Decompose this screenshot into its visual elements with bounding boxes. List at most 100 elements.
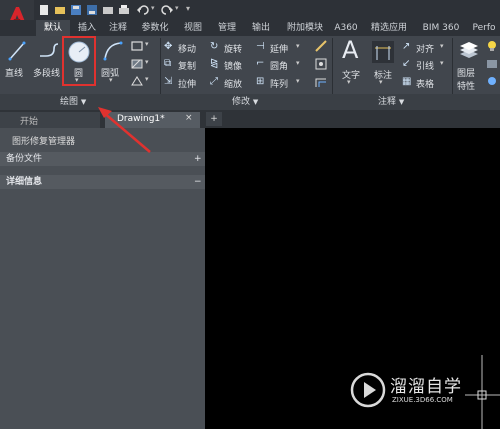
offset-button[interactable] [314, 75, 328, 89]
redo-icon[interactable] [160, 4, 174, 16]
table-button[interactable]: ▦ 表格 [402, 76, 448, 90]
polyline-icon [40, 43, 59, 57]
leader-button[interactable]: ↙ 引线 ▾ [402, 58, 448, 72]
layer-label-2: 特性 [457, 82, 476, 92]
layer-properties-button[interactable]: 图层 特性 [455, 38, 485, 94]
close-tab-icon[interactable]: × [185, 113, 193, 123]
tab-performance[interactable]: Perfo [468, 20, 500, 36]
tab-parametric[interactable]: 参数化 [136, 20, 174, 36]
align-button[interactable]: ↗ 对齐 ▾ [402, 41, 448, 55]
new-tab-button[interactable]: + [206, 112, 222, 126]
open-folder-icon[interactable] [54, 4, 66, 16]
leader-label: 引线 [416, 62, 435, 72]
arc-button[interactable]: 圆弧 ▾ [98, 38, 128, 86]
copy-icon: ⧉ [164, 58, 172, 69]
tab-start[interactable]: 开始 [0, 112, 100, 128]
tab-featured-apps[interactable]: 精选应用 [364, 20, 414, 36]
arc-dropdown-icon[interactable]: ▾ [109, 76, 113, 84]
trim-dropdown-icon[interactable]: ▾ [296, 42, 300, 50]
rectangle-icon[interactable] [130, 40, 144, 52]
undo-icon[interactable] [136, 4, 150, 16]
draw-small-tools: ▾ ▾ ▾ [130, 40, 158, 90]
copy-button[interactable]: ⧉ 复制 [164, 58, 208, 72]
modify-panel-title[interactable]: 修改 ▼ [232, 95, 292, 109]
array-button[interactable]: ⊞ 阵列 ▾ [256, 76, 306, 90]
text-button[interactable]: A 文字 ▾ [336, 36, 366, 88]
plus-icon: + [210, 114, 218, 124]
polyline-button[interactable]: 多段线 [32, 38, 64, 80]
expand-plus-icon[interactable]: + [194, 152, 202, 166]
tab-manage[interactable]: 管理 [212, 20, 242, 36]
leader-dropdown-icon[interactable]: ▾ [440, 59, 444, 67]
offset-icon [315, 78, 326, 87]
text-dropdown-icon[interactable]: ▾ [347, 78, 351, 86]
hatch-dropdown-icon[interactable]: ▾ [145, 58, 149, 66]
line-button[interactable]: 直线 [4, 38, 30, 80]
fillet-button[interactable]: ⌐ 圆角 ▾ [256, 58, 306, 72]
line-label: 直线 [5, 69, 24, 79]
share-icon[interactable] [102, 4, 114, 16]
hatch-icon[interactable] [130, 58, 144, 70]
rotate-icon: ↻ [210, 41, 219, 52]
dimension-dropdown-icon[interactable]: ▾ [379, 78, 383, 86]
trim-extend-label: 延伸 [270, 45, 289, 55]
fillet-dropdown-icon[interactable]: ▾ [296, 59, 300, 67]
annotation-panel-title[interactable]: 注释 ▼ [378, 95, 438, 109]
text-icon: A [342, 36, 359, 64]
array-dropdown-icon[interactable]: ▾ [296, 77, 300, 85]
save-as-icon[interactable] [86, 4, 98, 16]
layer-match-icon[interactable] [486, 75, 498, 87]
watermark-url: ZIXUE.3D66.COM [392, 396, 453, 404]
tab-insert[interactable]: 插入 [72, 20, 102, 36]
arc-icon [103, 41, 123, 61]
tab-bim360[interactable]: BIM 360 [418, 20, 464, 36]
scale-label: 缩放 [224, 80, 243, 90]
annotation-panel-expand-icon[interactable]: ▼ [399, 98, 404, 106]
undo-dropdown-icon[interactable]: ▾ [151, 4, 155, 12]
customize-toolbar-icon[interactable]: ▾ [186, 4, 190, 13]
save-icon[interactable] [70, 4, 82, 16]
dimension-button[interactable]: 标注 ▾ [368, 38, 398, 88]
modify-panel-title-text: 修改 [232, 97, 251, 107]
collapse-minus-icon[interactable]: − [194, 175, 202, 189]
tab-default[interactable]: 默认 [36, 20, 70, 36]
dimension-label: 标注 [374, 71, 393, 81]
tab-output[interactable]: 输出 [246, 20, 276, 36]
tab-a360[interactable]: A360 [333, 20, 359, 36]
rotate-button[interactable]: ↻ 旋转 [210, 41, 254, 55]
modify-panel-expand-icon[interactable]: ▼ [253, 98, 258, 106]
tab-view[interactable]: 视图 [178, 20, 208, 36]
circle-highlight-box [62, 36, 96, 86]
text-label: 文字 [342, 71, 361, 81]
draw-panel-title[interactable]: 绘图 ▼ [60, 95, 120, 109]
explode-button[interactable] [314, 57, 328, 71]
rectangle-dropdown-icon[interactable]: ▾ [145, 40, 149, 48]
stretch-button[interactable]: ⇲ 拉伸 [164, 76, 208, 90]
tab-addins[interactable]: 附加模块 [280, 20, 330, 36]
tab-annotate[interactable]: 注释 [103, 20, 133, 36]
erase-button[interactable] [314, 39, 328, 53]
mirror-button[interactable]: ⧎ 镜像 [210, 58, 254, 72]
watermark-logo-icon [350, 372, 386, 408]
redo-dropdown-icon[interactable]: ▾ [175, 4, 179, 12]
details-section[interactable]: 详细信息 − [0, 175, 205, 189]
annotation-panel-title-text: 注释 [378, 97, 397, 107]
draw-panel-expand-icon[interactable]: ▼ [81, 98, 86, 106]
align-dropdown-icon[interactable]: ▾ [440, 42, 444, 50]
trim-extend-button[interactable]: ⊣ 延伸 ▾ [256, 41, 306, 55]
drawing-recovery-panel [0, 128, 205, 429]
print-icon[interactable] [118, 4, 130, 16]
scale-button[interactable]: ⤢ 缩放 [210, 76, 254, 90]
tab-drawing1[interactable]: Drawing1* × [105, 112, 200, 128]
boundary-dropdown-icon[interactable]: ▾ [145, 75, 149, 83]
layer-state-icon[interactable] [486, 58, 498, 70]
scale-icon: ⤢ [210, 76, 218, 87]
align-icon: ↗ [402, 41, 411, 52]
draw-panel-title-text: 绘图 [60, 97, 79, 107]
bulb-icon[interactable] [486, 40, 498, 52]
new-file-icon[interactable] [38, 4, 50, 16]
boundary-icon[interactable] [130, 75, 144, 87]
move-button[interactable]: ✥ 移动 [164, 41, 208, 55]
backup-files-section[interactable]: 备份文件 + [0, 152, 205, 166]
recovery-panel-title: 图形修复管理器 [12, 137, 76, 147]
